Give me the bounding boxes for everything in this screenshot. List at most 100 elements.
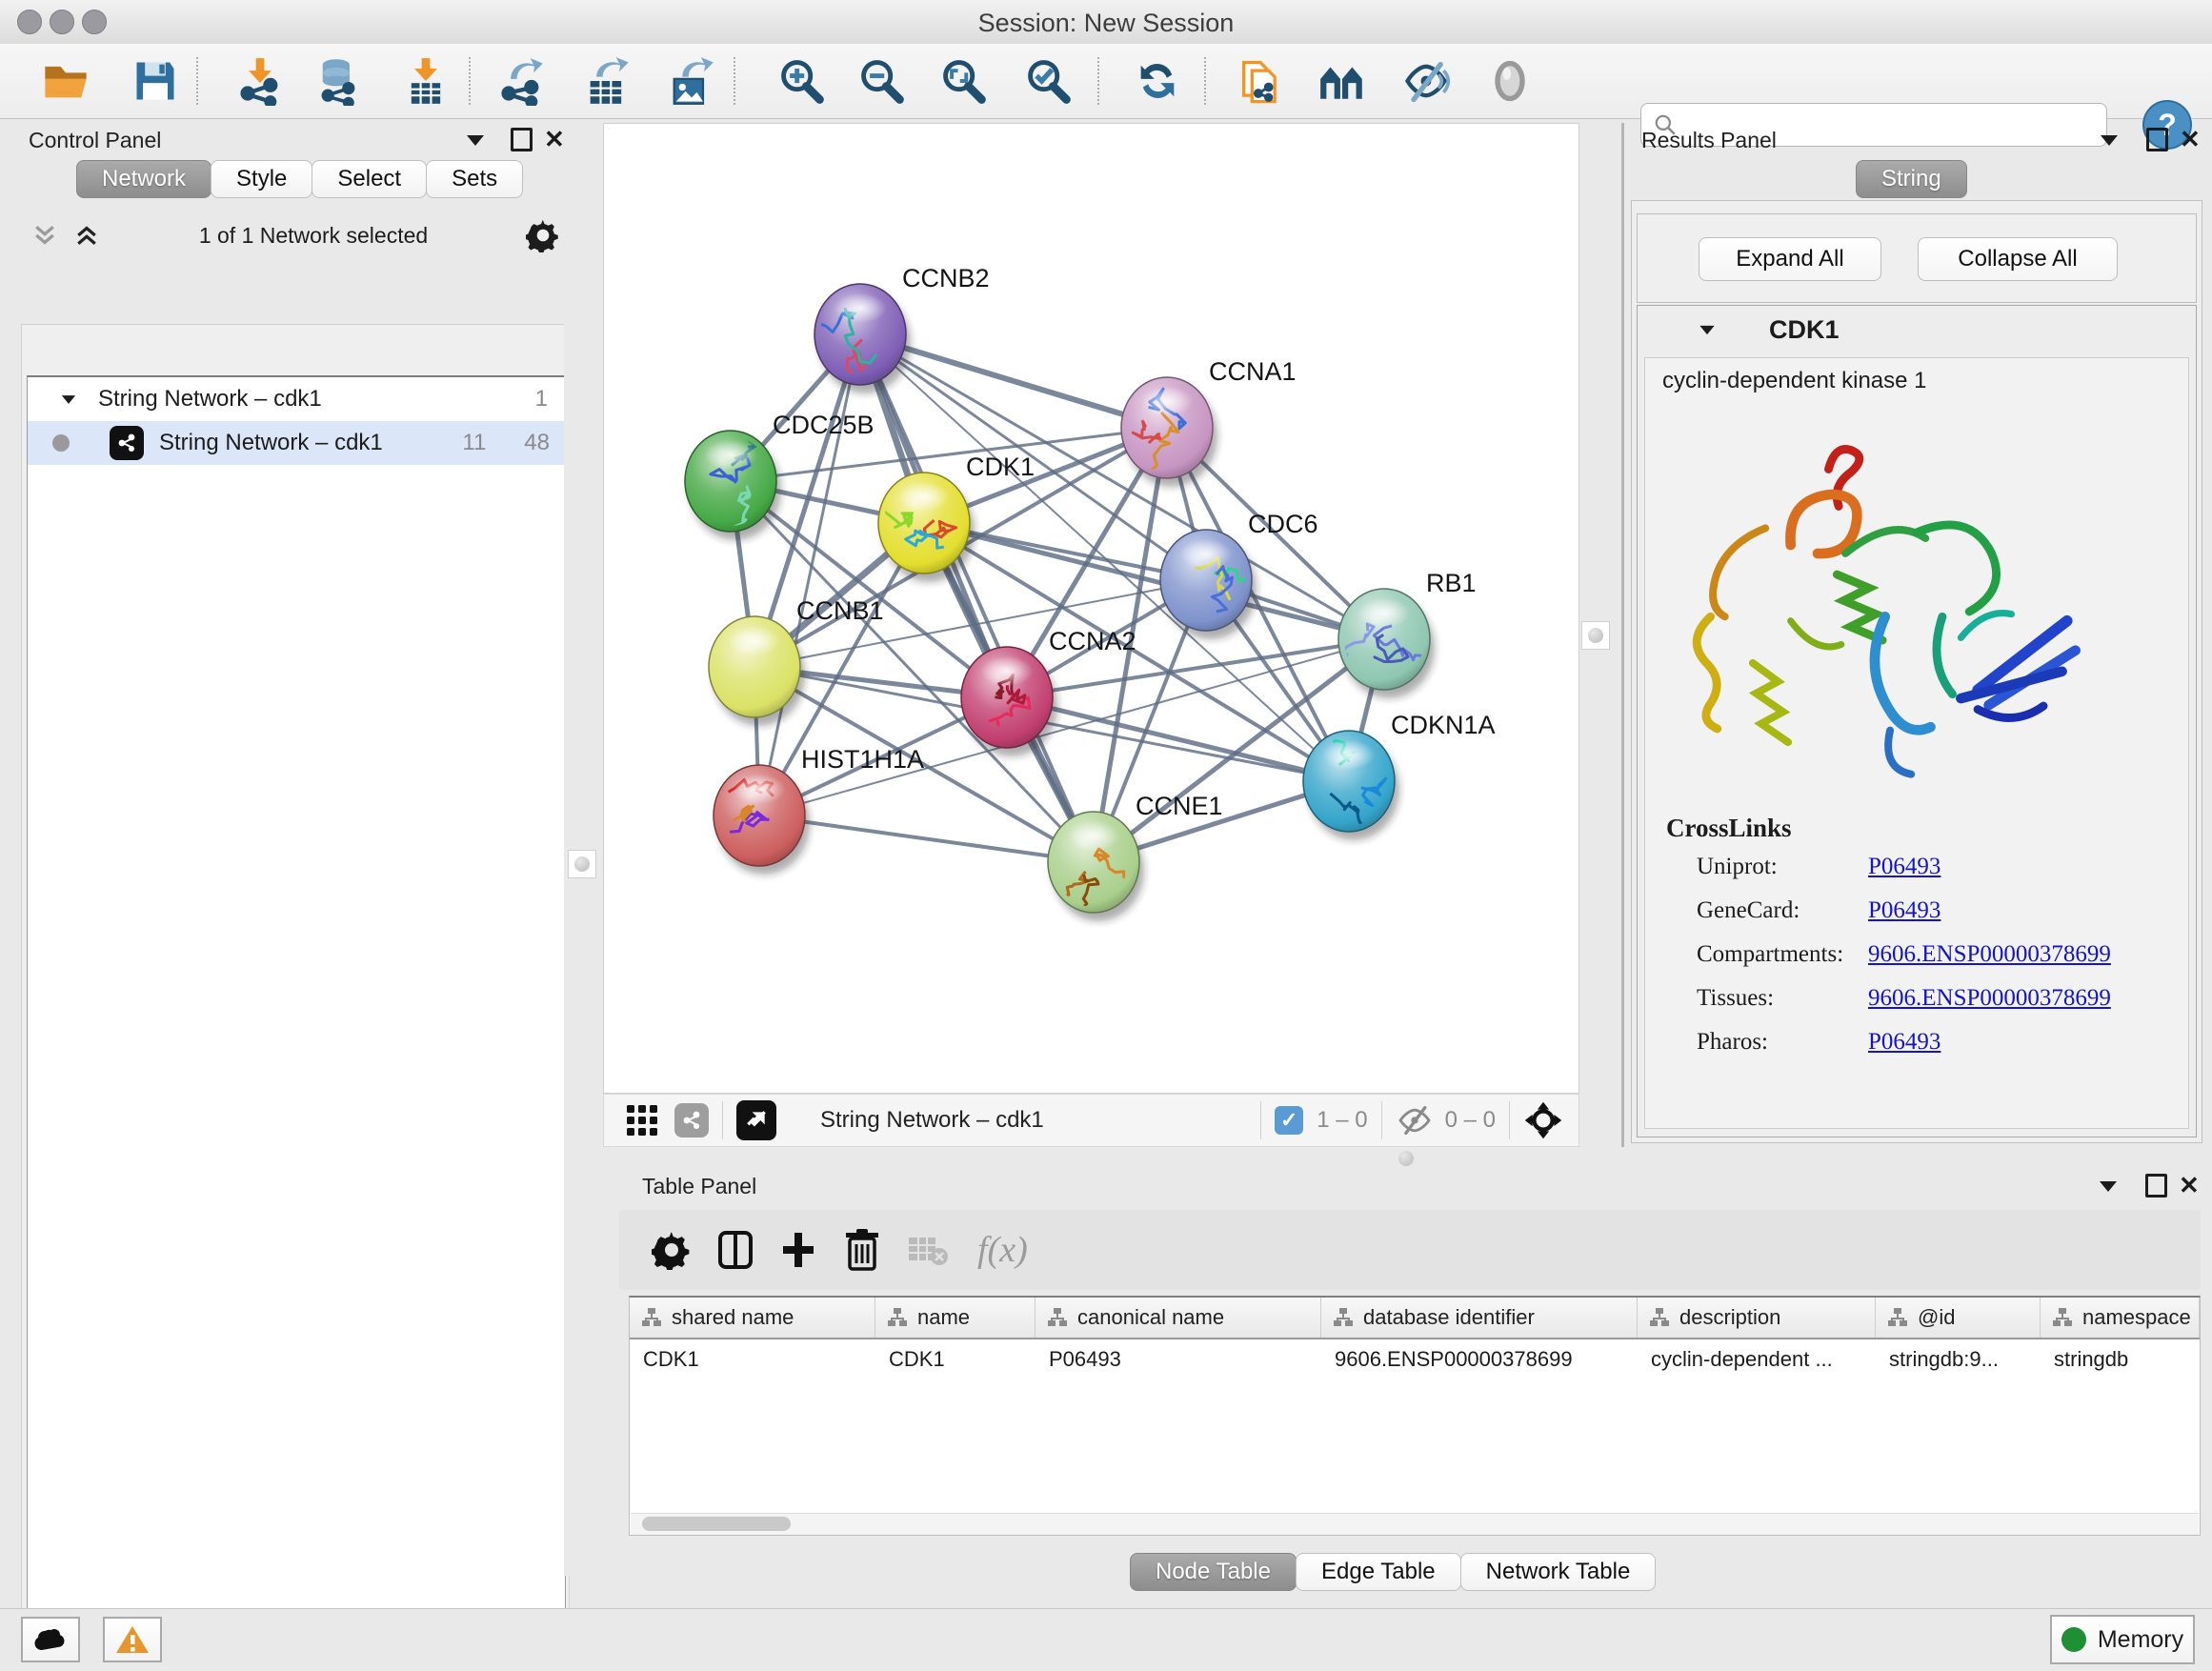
left-splitter-toggle[interactable]	[568, 850, 596, 878]
left-splitter[interactable]	[564, 122, 603, 1576]
zoom-fit-icon[interactable]	[937, 55, 989, 107]
network-edge[interactable]	[860, 334, 1094, 862]
gear-icon[interactable]	[526, 218, 560, 252]
network-node-CCNB2[interactable]: CCNB2	[814, 264, 990, 393]
first-neighbors-icon[interactable]	[1317, 55, 1368, 107]
network-node-HIST1H1A[interactable]: HIST1H1A	[714, 745, 924, 875]
network-row[interactable]: String Network – cdk1 11 48	[28, 421, 565, 465]
crosslink-row: Uniprot:P06493	[1697, 854, 2173, 880]
grid-view-icon[interactable]	[625, 1103, 659, 1137]
clone-network-icon[interactable]	[1235, 55, 1286, 107]
table-cell[interactable]: stringdb	[2041, 1339, 2200, 1379]
zoom-selected-icon[interactable]	[1022, 55, 1074, 107]
table-cell[interactable]: P06493	[1036, 1339, 1321, 1379]
node-label: RB1	[1426, 569, 1477, 597]
open-session-icon[interactable]	[40, 55, 91, 107]
tab-string[interactable]: String	[1856, 160, 1967, 198]
crosslink-link[interactable]: P06493	[1868, 1029, 1941, 1056]
crosslink-link[interactable]: 9606.ENSP00000378699	[1868, 941, 2111, 968]
collapse-all-button[interactable]: Collapse All	[1918, 237, 2118, 281]
horizontal-splitter-handle[interactable]	[1398, 1151, 1414, 1166]
cloud-button[interactable]	[21, 1617, 80, 1662]
expand-collapse-box: Expand All Collapse All	[1637, 213, 2197, 303]
panel-menu-icon[interactable]	[2100, 1181, 2117, 1192]
table-cell[interactable]: stringdb:9...	[1876, 1339, 2041, 1379]
network-node-CCNE1[interactable]: CCNE1	[1048, 792, 1223, 921]
tree-expand-icon[interactable]	[62, 395, 75, 404]
panel-float-icon[interactable]	[511, 128, 533, 151]
toolbar-separator	[1097, 57, 1099, 105]
panel-close-icon[interactable]: ✕	[544, 130, 565, 149]
save-session-icon[interactable]	[130, 55, 181, 107]
network-node-CDKN1A[interactable]: CDKN1A	[1303, 711, 1496, 840]
import-table-icon[interactable]	[400, 55, 452, 107]
network-collection-row[interactable]: String Network – cdk1 1	[28, 377, 565, 421]
crosslink-link[interactable]: 9606.ENSP00000378699	[1868, 985, 2111, 1012]
table-cell[interactable]: CDK1	[875, 1339, 1036, 1379]
tab-select[interactable]: Select	[312, 160, 427, 198]
expand-all-button[interactable]: Expand All	[1699, 237, 1881, 281]
panel-float-icon[interactable]	[2145, 1174, 2167, 1198]
panel-close-icon[interactable]: ✕	[2179, 1176, 2200, 1195]
column-header-database-identifier[interactable]: database identifier	[1321, 1298, 1638, 1338]
table-h-scrollbar[interactable]	[631, 1513, 2199, 1535]
navigator-icon[interactable]	[1523, 1100, 1563, 1140]
hidden-eye-icon[interactable]	[1396, 1104, 1434, 1137]
table-cell[interactable]: 9606.ENSP00000378699	[1321, 1339, 1638, 1379]
memory-button[interactable]: Memory	[2050, 1615, 2195, 1664]
table-cell[interactable]: CDK1	[630, 1339, 875, 1379]
column-header--id[interactable]: @id	[1876, 1298, 2041, 1338]
show-columns-icon[interactable]	[716, 1229, 754, 1271]
node-label: CCNB2	[902, 264, 990, 292]
export-image-icon[interactable]	[665, 55, 716, 107]
table-row[interactable]: CDK1CDK1P064939606.ENSP00000378699cyclin…	[630, 1339, 2200, 1379]
panel-menu-icon[interactable]	[2101, 135, 2118, 146]
panel-menu-icon[interactable]	[467, 135, 484, 146]
node-table[interactable]: shared namenamecanonical namedatabase id…	[629, 1296, 2201, 1536]
cdk1-section-header[interactable]: CDK1	[1638, 306, 2196, 353]
network-graph[interactable]: CCNB2CCNA1CDC25BCDK1CDC6RB1CCNB1CCNA2CDK…	[604, 124, 1579, 1093]
section-collapse-icon[interactable]	[1699, 325, 1714, 333]
tab-network-table[interactable]: Network Table	[1460, 1553, 1657, 1591]
tab-style[interactable]: Style	[211, 160, 312, 198]
selected-nodes-checkbox[interactable]: ✓	[1275, 1106, 1303, 1135]
export-network-icon[interactable]	[495, 55, 547, 107]
column-header-shared-name[interactable]: shared name	[630, 1298, 875, 1338]
show-all-icon[interactable]	[1484, 55, 1536, 107]
tab-node-table[interactable]: Node Table	[1130, 1553, 1297, 1591]
tab-edge-table[interactable]: Edge Table	[1296, 1553, 1461, 1591]
node-label: CDC25B	[773, 411, 875, 439]
import-database-icon[interactable]	[312, 55, 364, 107]
hide-selected-icon[interactable]	[1400, 55, 1452, 107]
zoom-in-icon[interactable]	[775, 55, 827, 107]
column-header-namespace[interactable]: namespace	[2041, 1298, 2200, 1338]
zoom-out-icon[interactable]	[855, 55, 907, 107]
expand-all-icon[interactable]	[72, 221, 101, 250]
tab-sets[interactable]: Sets	[426, 160, 523, 198]
column-header-description[interactable]: description	[1638, 1298, 1876, 1338]
panel-float-icon[interactable]	[2146, 128, 2168, 151]
column-header-name[interactable]: name	[875, 1298, 1036, 1338]
delete-column-icon[interactable]	[844, 1229, 880, 1271]
panel-close-icon[interactable]: ✕	[2180, 130, 2201, 149]
column-header-canonical-name[interactable]: canonical name	[1036, 1298, 1321, 1338]
tab-network[interactable]: Network	[76, 160, 211, 198]
table-settings-gear-icon[interactable]	[652, 1230, 692, 1270]
add-column-icon[interactable]	[779, 1231, 817, 1269]
table-cell[interactable]: cyclin-dependent ...	[1638, 1339, 1876, 1379]
export-table-icon[interactable]	[581, 55, 633, 107]
scrollbar-thumb[interactable]	[642, 1517, 791, 1531]
network-edge[interactable]	[759, 334, 860, 815]
network-node-CCNB1[interactable]: CCNB1	[709, 596, 884, 726]
right-splitter-toggle[interactable]	[1581, 621, 1610, 650]
collapse-all-icon[interactable]	[30, 221, 59, 250]
network-canvas[interactable]: CCNB2CCNA1CDC25BCDK1CDC6RB1CCNB1CCNA2CDK…	[603, 123, 1579, 1094]
import-network-icon[interactable]	[234, 55, 286, 107]
crosslink-link[interactable]: P06493	[1868, 854, 1941, 880]
warning-button[interactable]	[103, 1617, 162, 1662]
refresh-icon[interactable]	[1132, 55, 1183, 107]
open-in-window-icon[interactable]	[736, 1100, 776, 1140]
crosslink-link[interactable]: P06493	[1868, 897, 1941, 924]
network-node-CDC6[interactable]: CDC6	[1160, 510, 1318, 639]
network-node-RB1[interactable]: RB1	[1338, 569, 1477, 698]
